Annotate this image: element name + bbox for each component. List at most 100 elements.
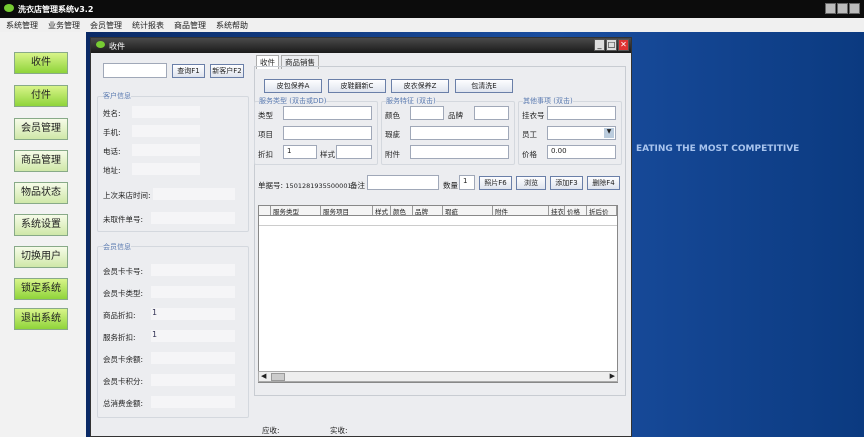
member-field-label: 会员卡卡号: [103, 267, 144, 276]
column-header[interactable]: 价格 [565, 206, 587, 215]
member-field-value: 1 [151, 308, 235, 320]
sidebar-switch-user[interactable]: 切换用户 [14, 246, 68, 268]
member-field-label: 服务折扣: [103, 333, 136, 342]
menubar: 系统管理 业务管理 会员管理 统计报表 商品管理 系统帮助 [0, 18, 864, 32]
last-visit-label: 上次来店时间: [103, 191, 151, 200]
brand-input[interactable] [474, 106, 509, 120]
menu-help[interactable]: 系统帮助 [216, 20, 248, 30]
unpicked-label: 未取件单号: [103, 215, 144, 224]
app-titlebar: 洗衣店管理系统v3.2 [0, 0, 864, 18]
member-field-label: 会员卡类型: [103, 289, 144, 298]
type-label: 类型 [258, 111, 273, 120]
sidebar-lock[interactable]: 锁定系统 [14, 278, 68, 300]
unpicked-value [151, 212, 235, 224]
discount-input[interactable]: 1 [283, 145, 317, 159]
browse-button[interactable]: 浏览 [516, 176, 546, 190]
name-value [132, 106, 200, 118]
column-header[interactable]: 颜色 [391, 206, 413, 215]
customer-info-title: 客户信息 [103, 91, 131, 101]
sidebar-receive[interactable]: 收件 [14, 52, 68, 74]
sidebar-item-status[interactable]: 物品状态 [14, 182, 68, 204]
window-close-button[interactable]: ✕ [618, 39, 629, 51]
quick-button-shoe-renew[interactable]: 皮鞋翻新C [328, 79, 386, 93]
sidebar-member[interactable]: 会员管理 [14, 118, 68, 140]
menu-member[interactable]: 会员管理 [90, 20, 122, 30]
window-title: 收件 [109, 42, 125, 51]
column-header[interactable]: 挂衣号 [549, 206, 565, 215]
sidebar-settings[interactable]: 系统设置 [14, 214, 68, 236]
add-button[interactable]: 添加F3 [550, 176, 583, 190]
sidebar-exit[interactable]: 退出系统 [14, 308, 68, 330]
qty-input[interactable]: 1 [459, 175, 475, 190]
staff-select[interactable]: ▼ [547, 126, 616, 140]
quick-button-bag-wash[interactable]: 包清洗E [455, 79, 513, 93]
price-label: 价格 [522, 150, 537, 159]
query-button[interactable]: 查询F1 [172, 64, 205, 78]
minimize-button[interactable] [825, 3, 836, 14]
phone-label: 电话: [103, 147, 121, 156]
banner-text: EATING THE MOST COMPETITIVE [636, 144, 800, 154]
member-field-label: 总消费金额: [103, 399, 144, 408]
quick-button-bag-care[interactable]: 皮包保养A [264, 79, 322, 93]
sidebar-goods[interactable]: 商品管理 [14, 150, 68, 172]
column-header[interactable]: 样式 [373, 206, 391, 215]
order-number: 1501281935500001 [285, 182, 352, 190]
items-table[interactable]: 服务类型服务项目样式颜色品牌瑕疵附件挂衣号价格折后价 [258, 205, 618, 383]
chevron-down-icon[interactable]: ▼ [604, 128, 614, 138]
defect-input[interactable] [410, 126, 509, 140]
member-field-value [151, 286, 235, 298]
menu-report[interactable]: 统计报表 [132, 20, 164, 30]
window-maximize-button[interactable]: □ [606, 39, 617, 51]
search-input[interactable] [103, 63, 167, 78]
type-input[interactable] [283, 106, 372, 120]
member-field-label: 会员卡积分: [103, 377, 144, 386]
column-header[interactable]: 服务类型 [271, 206, 321, 215]
mobile-value [132, 125, 200, 137]
scroll-thumb[interactable] [271, 373, 285, 381]
name-label: 姓名: [103, 109, 121, 118]
photo-button[interactable]: 照片F6 [479, 176, 512, 190]
service-type-title: 服务类型 (双击或DD) [259, 96, 327, 106]
note-label: 备注 [350, 181, 365, 190]
column-header[interactable]: 折后价 [587, 206, 617, 215]
hanger-label: 挂衣号 [522, 111, 545, 120]
attachment-input[interactable] [410, 145, 509, 159]
service-feature-title: 服务特征 (双击) [386, 96, 436, 106]
menu-goods[interactable]: 商品管理 [174, 20, 206, 30]
window-minimize-button[interactable]: _ [594, 39, 605, 51]
receivable-label: 应收: [262, 426, 280, 435]
mobile-label: 手机: [103, 128, 121, 137]
column-header[interactable]: 品牌 [413, 206, 443, 215]
close-button[interactable] [849, 3, 860, 14]
scroll-right-icon[interactable]: ▶ [610, 372, 615, 380]
item-input[interactable] [283, 126, 372, 140]
menu-system[interactable]: 系统管理 [6, 20, 38, 30]
note-input[interactable] [367, 175, 439, 190]
phone-value [132, 144, 200, 156]
sidebar-pickup[interactable]: 付件 [14, 85, 68, 107]
color-input[interactable] [410, 106, 444, 120]
table-row[interactable] [259, 216, 617, 226]
defect-label: 瑕疵 [385, 130, 400, 139]
app-title: 洗衣店管理系统v3.2 [18, 5, 94, 14]
quick-button-leather-care[interactable]: 皮衣保养Z [391, 79, 449, 93]
maximize-button[interactable] [837, 3, 848, 14]
scroll-left-icon[interactable]: ◀ [261, 372, 266, 380]
delete-button[interactable]: 删除F4 [587, 176, 620, 190]
horizontal-scrollbar[interactable]: ◀ ▶ [258, 371, 618, 382]
hanger-input[interactable] [547, 106, 616, 120]
member-field-value: 1 [151, 330, 235, 342]
menu-business[interactable]: 业务管理 [48, 20, 80, 30]
column-header[interactable]: 附件 [493, 206, 549, 215]
price-input[interactable]: 0.00 [547, 145, 616, 159]
received-label: 实收: [330, 426, 348, 435]
order-label-text: 单据号: [258, 181, 284, 190]
new-customer-button[interactable]: 新客户F2 [210, 64, 244, 78]
order-label: 单据号: 1501281935500001 [258, 180, 352, 191]
address-value [132, 163, 200, 175]
style-input[interactable] [336, 145, 372, 159]
staff-label: 员工 [522, 130, 537, 139]
member-field-value [151, 396, 235, 408]
column-header[interactable]: 瑕疵 [443, 206, 493, 215]
column-header[interactable]: 服务项目 [321, 206, 373, 215]
